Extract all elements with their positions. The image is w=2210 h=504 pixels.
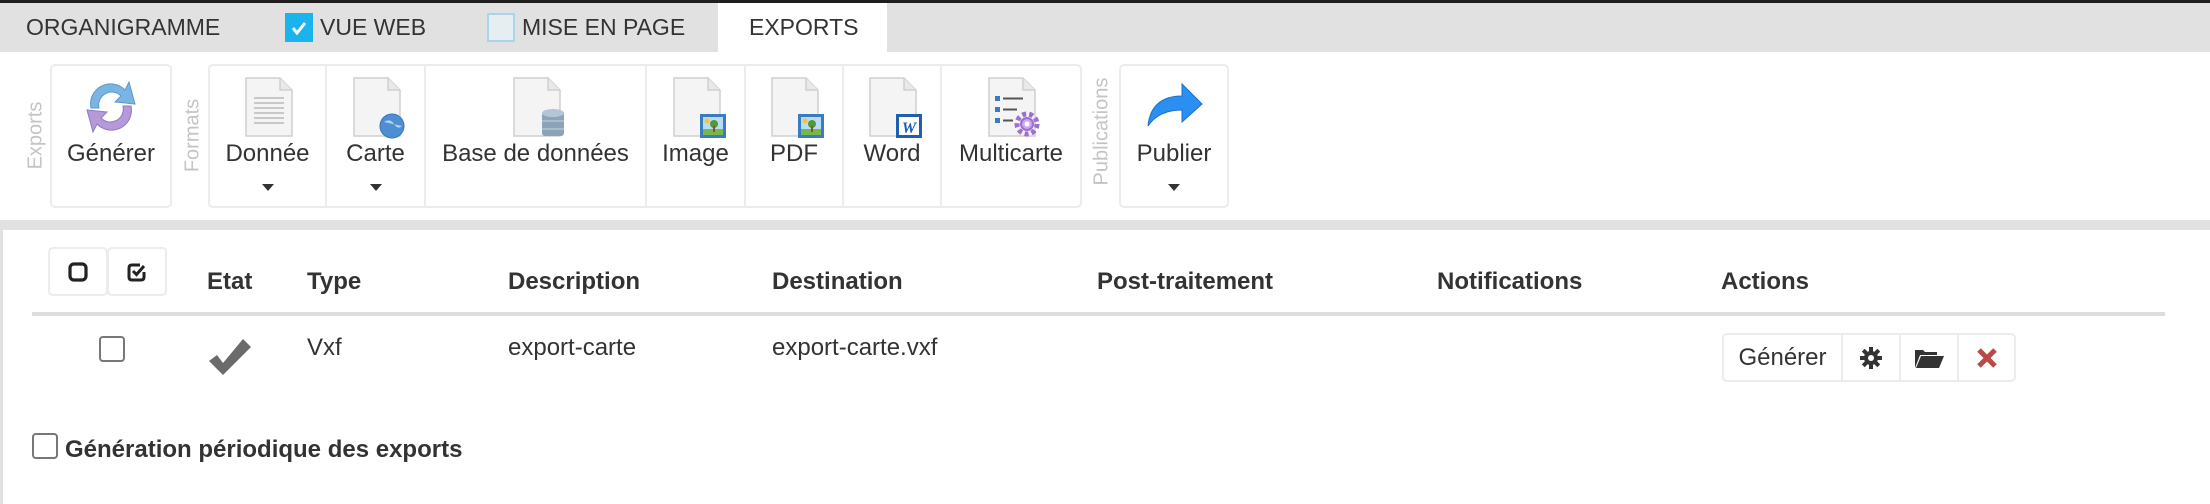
tab-label: VUE WEB	[320, 14, 427, 40]
row-delete-button[interactable]	[1959, 335, 2014, 380]
close-icon	[1976, 347, 1997, 368]
selection-toggle-group	[48, 247, 168, 296]
publish-label: Publier	[1136, 140, 1212, 167]
format-word-button[interactable]: W Word	[844, 66, 942, 206]
format-pdf-button[interactable]: PDF	[746, 66, 844, 206]
folder-open-icon	[1915, 349, 1944, 368]
chevron-down-icon	[369, 184, 382, 191]
refresh-icon	[86, 80, 136, 134]
column-header-post-traitement: Post-traitement	[1097, 268, 1274, 295]
format-multimap-button[interactable]: Multicarte	[942, 66, 1080, 206]
generate-label: Générer	[66, 140, 156, 167]
column-header-destination: Destination	[772, 268, 903, 295]
row-actions: Générer	[1722, 333, 2016, 382]
toolbar-group-exports: Générer	[50, 64, 172, 208]
chevron-down-icon	[1168, 184, 1180, 191]
share-arrow-icon	[1147, 82, 1203, 127]
cell-type: Vxf	[307, 334, 342, 361]
select-none-button[interactable]	[48, 247, 108, 296]
group-label-publications: Publications	[1090, 77, 1113, 186]
tab-exports[interactable]: EXPORTS	[718, 3, 887, 52]
format-data-button[interactable]: Donnée	[210, 66, 327, 206]
tab-bar: ORGANIGRAMME VUE WEB MISE EN PAGE EXPORT…	[0, 3, 2210, 52]
cell-description: export-carte	[508, 334, 637, 361]
format-image-button[interactable]: Image	[647, 66, 746, 206]
column-header-etat: Etat	[207, 268, 253, 295]
column-header-type: Type	[307, 268, 362, 295]
tab-vue-web[interactable]: VUE WEB	[285, 3, 485, 52]
format-map-button[interactable]: Carte	[327, 66, 426, 206]
periodic-generation-checkbox[interactable]	[32, 433, 58, 459]
image-file-icon	[672, 77, 726, 138]
publish-button[interactable]: Publier	[1121, 66, 1227, 206]
format-multimap-label: Multicarte	[958, 140, 1064, 167]
row-open-folder-button[interactable]	[1901, 335, 1959, 380]
toolbar-group-formats: Donnée Carte Base de données Image PDF W…	[208, 64, 1082, 208]
row-select-checkbox[interactable]	[99, 336, 125, 362]
format-database-button[interactable]: Base de données	[426, 66, 647, 206]
chevron-down-icon	[261, 184, 274, 191]
check-square-icon	[127, 263, 146, 281]
group-label-formats: Formats	[181, 98, 204, 173]
pdf-file-icon	[771, 77, 824, 138]
group-label-exports: Exports	[24, 101, 47, 170]
row-generate-button[interactable]: Générer	[1724, 335, 1843, 380]
square-icon	[68, 261, 88, 282]
map-file-icon	[352, 77, 404, 139]
column-header-notifications: Notifications	[1437, 268, 1583, 295]
tab-mise-en-page[interactable]: MISE EN PAGE	[487, 3, 717, 52]
tab-label: EXPORTS	[749, 14, 859, 40]
database-file-icon	[512, 77, 564, 137]
format-map-label: Carte	[346, 140, 405, 167]
word-file-icon: W	[869, 77, 922, 138]
tab-label: ORGANIGRAMME	[26, 14, 221, 40]
svg-text:W: W	[902, 120, 918, 137]
tab-checkbox-checked[interactable]	[285, 13, 313, 42]
state-check-icon	[209, 339, 251, 375]
generate-button[interactable]: Générer	[52, 66, 170, 206]
cell-destination: export-carte.vxf	[772, 334, 938, 361]
gear-icon	[1860, 346, 1882, 369]
column-header-description: Description	[508, 268, 641, 295]
tab-label: MISE EN PAGE	[522, 14, 686, 40]
format-pdf-label: PDF	[770, 140, 818, 167]
tab-checkbox-unchecked[interactable]	[487, 13, 515, 42]
panel-left-border	[0, 230, 3, 504]
format-word-label: Word	[863, 140, 921, 167]
multimap-file-icon	[988, 77, 1040, 137]
format-image-label: Image	[662, 140, 729, 167]
format-data-label: Donnée	[225, 140, 310, 167]
toolbar-group-publications: Publier	[1119, 64, 1229, 208]
format-database-label: Base de données	[442, 140, 629, 167]
check-icon	[291, 21, 307, 35]
table-header-divider	[32, 312, 2165, 316]
row-settings-button[interactable]	[1843, 335, 1901, 380]
tab-organigramme[interactable]: ORGANIGRAMME	[0, 3, 270, 52]
data-file-icon	[244, 77, 293, 137]
column-header-actions: Actions	[1721, 268, 1810, 295]
select-all-button[interactable]	[107, 247, 167, 296]
row-generate-label: Générer	[1738, 343, 1827, 371]
periodic-generation-label[interactable]: Génération périodique des exports	[65, 436, 462, 464]
section-divider	[0, 220, 2210, 230]
